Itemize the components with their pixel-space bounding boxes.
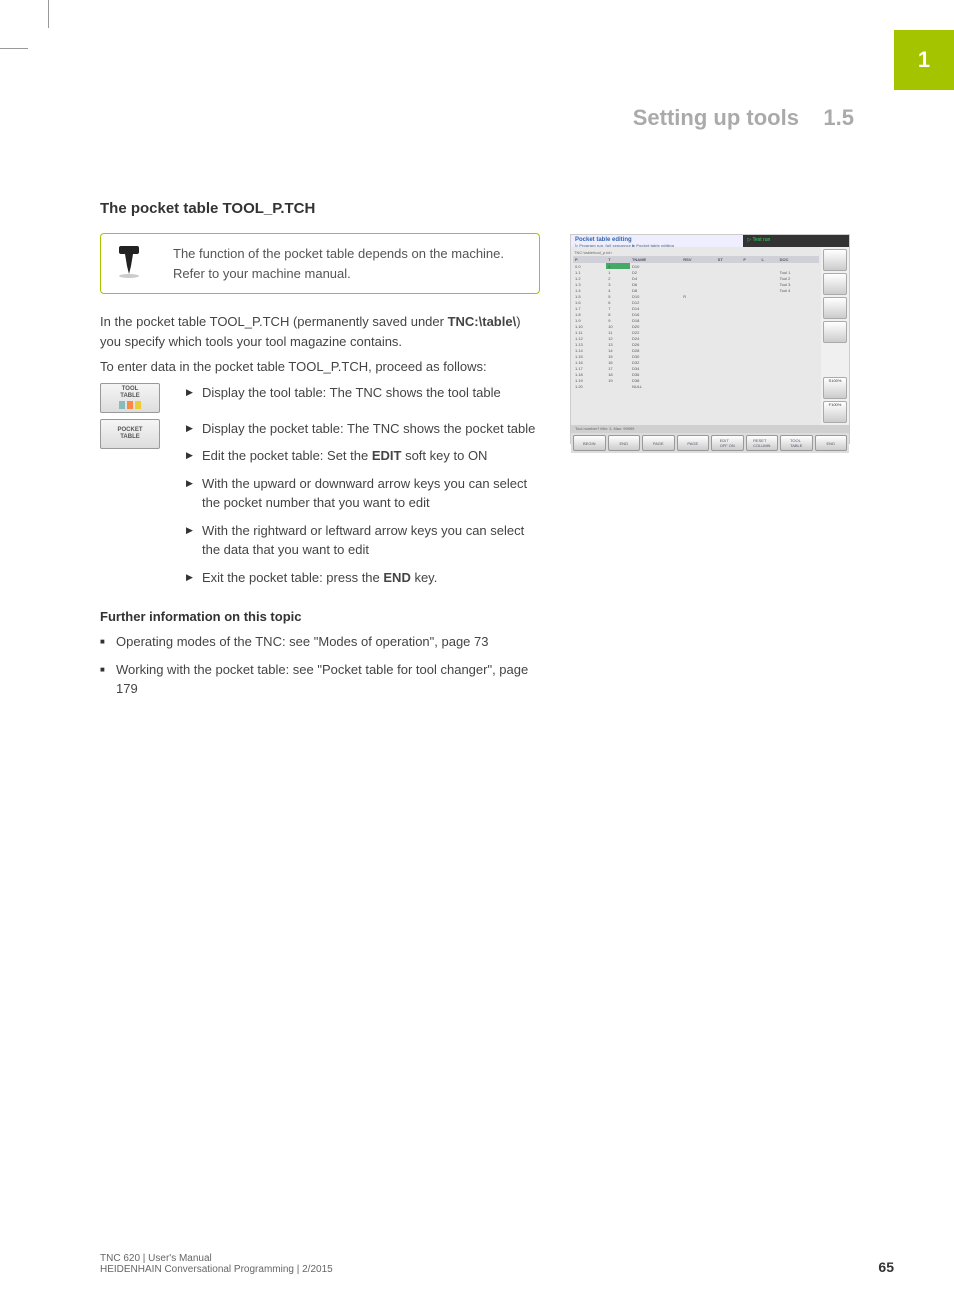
scr-title-right: ▷ Test run (743, 235, 849, 247)
scr-side-icon (823, 273, 847, 295)
scr-side-icon (823, 249, 847, 271)
chapter-tab: 1 (894, 30, 954, 90)
step-6: Exit the pocket table: press the END key… (186, 568, 540, 588)
page-header: Setting up tools 1.5 (633, 105, 854, 131)
pocket-table-screenshot: Pocket table editing ▷ Program run, full… (570, 234, 850, 444)
scr-softkey: RESETCOLUMN (746, 435, 779, 451)
scr-side-icon (823, 297, 847, 319)
further-item-1: Operating modes of the TNC: see "Modes o… (100, 632, 540, 652)
intro-paragraph-2: To enter data in the pocket table TOOL_P… (100, 357, 540, 377)
machine-icon (115, 244, 143, 278)
section-title: The pocket table TOOL_P.TCH (100, 200, 850, 217)
further-item-2: Working with the pocket table: see "Pock… (100, 660, 540, 699)
machine-note: The function of the pocket table depends… (100, 233, 540, 294)
further-info-title: Further information on this topic (100, 609, 540, 624)
step-2: Display the pocket table: The TNC shows … (186, 419, 540, 439)
page-number: 65 (878, 1259, 894, 1275)
scr-side-icon (823, 321, 847, 343)
scr-softkey: TOOLTABLE (780, 435, 813, 451)
step-1: Display the tool table: The TNC shows th… (186, 383, 501, 403)
step-5: With the rightward or leftward arrow key… (186, 521, 540, 560)
scr-softkey: BEGIN (573, 435, 606, 451)
scr-softkey: END (815, 435, 848, 451)
scr-path: TNC:\table\tool_p.tch (573, 249, 819, 256)
scr-softkey: PAGE (642, 435, 675, 451)
footer-line-2: HEIDENHAIN Conversational Programming | … (100, 1264, 333, 1275)
scr-title-left: Pocket table editing ▷ Program run, full… (571, 235, 743, 247)
scr-side-panel: S100% F100% (821, 247, 849, 425)
tool-table-softkey: TOOL TABLE (100, 383, 160, 413)
table-row: 1.20NULL (573, 383, 819, 389)
step-3: Edit the pocket table: Set the EDIT soft… (186, 446, 540, 466)
step-4: With the upward or downward arrow keys y… (186, 474, 540, 513)
page-footer: TNC 620 | User's Manual HEIDENHAIN Conve… (100, 1253, 894, 1275)
scr-side-icon: S100% (823, 377, 847, 399)
pocket-table-softkey: POCKET TABLE (100, 419, 160, 449)
pocket-table-data: PTTNAMERSVSTFLDOC 0.05D101.11D2Tool 11.2… (573, 256, 819, 389)
scr-softkey: EDITOFF ON (711, 435, 744, 451)
scr-softkey: END (608, 435, 641, 451)
header-title: Setting up tools (633, 105, 799, 130)
scr-softkey-row: BEGINENDPAGEPAGEEDITOFF ONRESETCOLUMNTOO… (571, 433, 849, 453)
footer-line-1: TNC 620 | User's Manual (100, 1253, 333, 1264)
scr-softkey: PAGE (677, 435, 710, 451)
note-text: The function of the pocket table depends… (173, 244, 525, 283)
scr-footer-info: Tool number? Min: 1, Max: 99999 (571, 425, 849, 433)
intro-paragraph-1: In the pocket table TOOL_P.TCH (permanen… (100, 312, 540, 351)
header-section-number: 1.5 (823, 105, 854, 130)
scr-side-icon: F100% (823, 401, 847, 423)
